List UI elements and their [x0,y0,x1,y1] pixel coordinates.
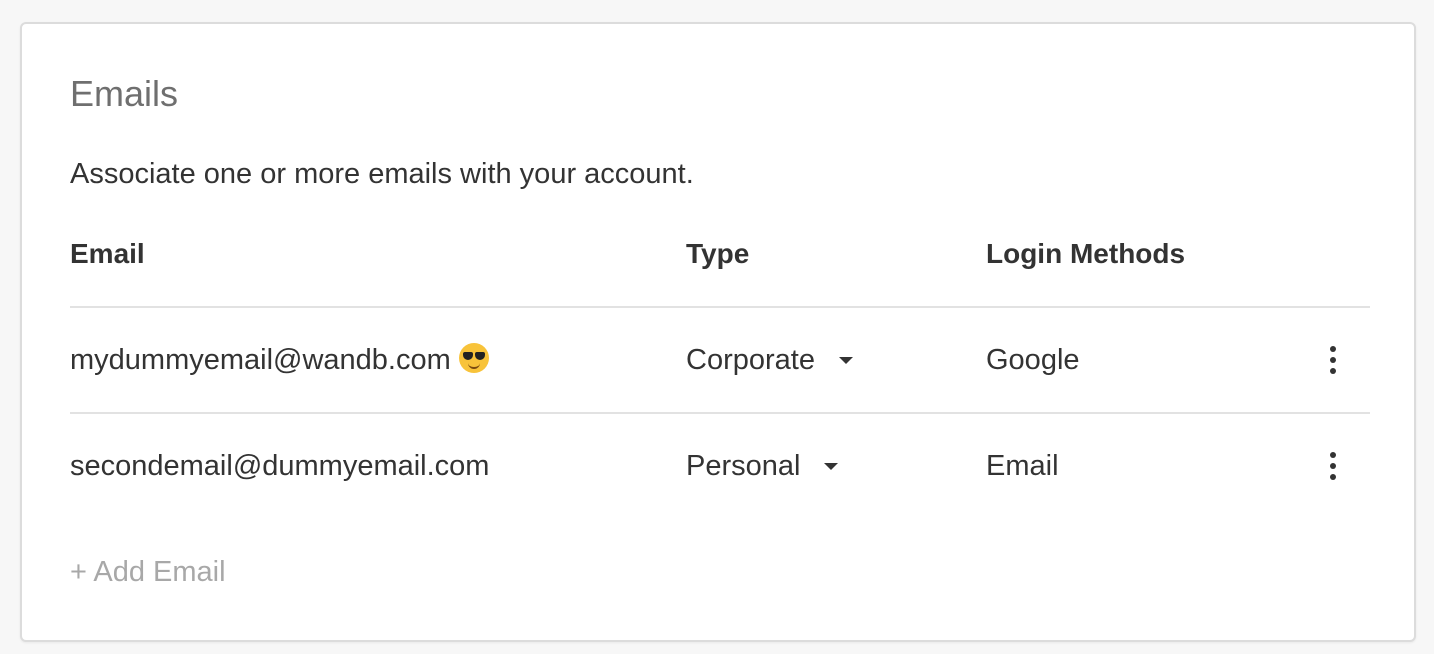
more-vertical-icon[interactable] [1320,340,1346,380]
table-row: secondemail@dummyemail.com Personal Emai… [70,414,1370,518]
table-header-row: Email Type Login Methods [70,224,1370,308]
header-email: Email [70,238,145,269]
type-dropdown[interactable]: Corporate [686,340,853,380]
add-email-button[interactable]: + Add Email [70,552,226,592]
table-row: mydummyemail@wandb.com Corporate Google [70,308,1370,414]
row-menu-button[interactable] [1320,446,1346,486]
email-address: mydummyemail@wandb.com [70,344,451,376]
email-address: secondemail@dummyemail.com [70,450,490,482]
type-dropdown[interactable]: Personal [686,446,839,486]
header-type: Type [686,238,750,269]
emails-table: Email Type Login Methods mydummyemail@wa… [70,224,1370,518]
card-description: Associate one or more emails with your a… [70,158,694,190]
caret-down-icon [838,356,853,364]
type-dropdown-value: Corporate [686,344,815,376]
email-cell: secondemail@dummyemail.com [70,446,489,486]
email-cell: mydummyemail@wandb.com [70,340,489,380]
more-vertical-icon[interactable] [1320,446,1346,486]
card-title: Emails [70,73,179,114]
row-menu-button[interactable] [1320,340,1346,380]
sunglasses-emoji-icon [458,343,489,373]
login-method: Google [986,344,1080,376]
type-dropdown-value: Personal [686,450,801,482]
header-login-methods: Login Methods [986,238,1186,269]
emails-card: Emails Associate one or more emails with… [20,22,1416,642]
caret-down-icon [824,462,839,470]
login-method: Email [986,450,1059,482]
